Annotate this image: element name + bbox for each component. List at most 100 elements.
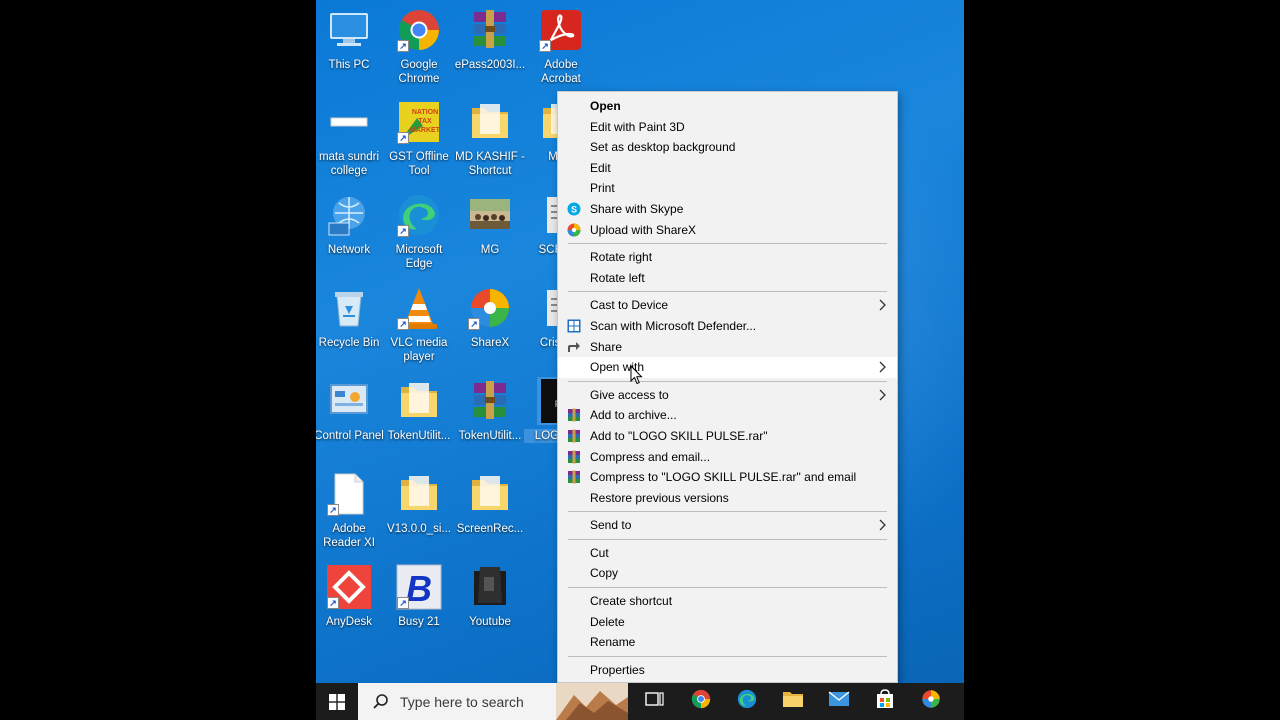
desktop-icon-label: MD KASHIF - Shortcut [455, 151, 525, 177]
desktop-icon-6[interactable]: MD KASHIF - Shortcut [455, 98, 525, 178]
desktop-icon-label: Busy 21 [398, 616, 440, 628]
menu-item-label: Rotate left [590, 270, 645, 285]
shortcut-arrow-icon: ↗ [397, 225, 409, 237]
menu-item-cut[interactable]: Cut [558, 543, 897, 564]
search-icon [373, 693, 388, 709]
menu-item-label: Copy [590, 566, 619, 581]
menu-item-compress-and-email[interactable]: Compress and email... [558, 447, 897, 468]
taskbar-app-sharex[interactable] [908, 683, 954, 720]
sharex-icon: ↗ [466, 284, 514, 332]
taskbar-app-mail[interactable] [816, 683, 862, 720]
photo-icon [466, 191, 514, 239]
menu-item-create-shortcut[interactable]: Create shortcut [558, 591, 897, 612]
start-button[interactable] [316, 683, 358, 720]
desktop-icon-label: Microsoft Edge [395, 244, 443, 270]
desktop-icon-9[interactable]: ↗ Microsoft Edge [384, 191, 454, 271]
sharex-icon [567, 223, 581, 237]
menu-item-scan-with-microsoft-defender[interactable]: Scan with Microsoft Defender... [558, 316, 897, 337]
desktop-icon-20[interactable]: ↗ Adobe Reader XI [316, 470, 384, 550]
desktop-icon-12[interactable]: Recycle Bin [316, 284, 384, 350]
desktop-icon-label: Youtube [469, 616, 511, 628]
anydesk-icon: ↗ [325, 563, 373, 611]
menu-separator [568, 291, 887, 293]
desktop-icon-14[interactable]: ↗ ShareX [455, 284, 525, 350]
desktop-icon-25[interactable]: Youtube [455, 563, 525, 629]
desktop-icon-17[interactable]: TokenUtilit... [384, 377, 454, 443]
taskbar-app-file-explorer[interactable] [770, 683, 816, 720]
taskbar-app-edge[interactable] [724, 683, 770, 720]
taskbar-app-task-view[interactable] [632, 683, 678, 720]
network-icon [325, 191, 373, 239]
desktop-icon-22[interactable]: ScreenRec... [455, 470, 525, 536]
menu-separator [568, 587, 887, 589]
desktop-icon-0[interactable]: This PC [316, 6, 384, 72]
desktop-icon-2[interactable]: ePass2003I... [455, 6, 525, 72]
menu-item-label: Cut [590, 545, 609, 560]
menu-item-compress-to-logo-skill-pulse-rar-and-email[interactable]: Compress to "LOGO SKILL PULSE.rar" and e… [558, 467, 897, 488]
desktop-icon-5[interactable]: NATION TAX MARKET ↗ GST Offline Tool [384, 98, 454, 178]
menu-item-open[interactable]: Open [558, 96, 897, 117]
menu-item-label: Upload with ShareX [590, 222, 697, 237]
menu-item-set-as-desktop-background[interactable]: Set as desktop background [558, 137, 897, 158]
menu-item-edit-with-paint-3d[interactable]: Edit with Paint 3D [558, 117, 897, 138]
menu-item-restore-previous-versions[interactable]: Restore previous versions [558, 488, 897, 509]
menu-item-label: Share [590, 339, 623, 354]
menu-item-label: Give access to [590, 387, 669, 402]
menu-item-rotate-right[interactable]: Rotate right [558, 247, 897, 268]
menu-item-copy[interactable]: Copy [558, 563, 897, 584]
desktop-icon-label: TokenUtilit... [458, 430, 522, 442]
edge-icon: ↗ [395, 191, 443, 239]
chrome-icon: ↗ [395, 6, 443, 54]
taskbar-app-store[interactable] [862, 683, 908, 720]
menu-item-print[interactable]: Print [558, 178, 897, 199]
menu-item-open-with[interactable]: Open with [558, 357, 897, 378]
desktop-icon-18[interactable]: TokenUtilit... [455, 377, 525, 443]
taskbar-apps [632, 683, 954, 720]
desktop-icon-label: ShareX [470, 337, 510, 349]
menu-item-share-with-skype[interactable]: S Share with Skype [558, 199, 897, 220]
desktop-icon-24[interactable]: B ↗ Busy 21 [384, 563, 454, 629]
desktop-icon-13[interactable]: ↗ VLC media player [384, 284, 454, 364]
menu-item-share[interactable]: Share [558, 337, 897, 358]
desktop-icon-8[interactable]: Network [316, 191, 384, 257]
store-icon [875, 689, 895, 714]
desktop-icon-label: ePass2003I... [454, 59, 526, 71]
task-view-icon [645, 690, 665, 713]
menu-item-upload-with-sharex[interactable]: Upload with ShareX [558, 220, 897, 241]
menu-item-delete[interactable]: Delete [558, 612, 897, 633]
shortcut-arrow-icon: ↗ [539, 40, 551, 52]
desktop-icon-label: mata sundri college [318, 151, 380, 177]
menu-item-properties[interactable]: Properties [558, 660, 897, 681]
menu-item-cast-to-device[interactable]: Cast to Device [558, 295, 897, 316]
winrar-icon [567, 450, 581, 464]
svg-text:S: S [571, 204, 577, 214]
menu-separator [568, 380, 887, 382]
desktop-icon-1[interactable]: ↗ Google Chrome [384, 6, 454, 86]
menu-item-rename[interactable]: Rename [558, 632, 897, 653]
menu-item-label: Restore previous versions [590, 490, 729, 505]
menu-item-label: Rename [590, 635, 636, 650]
desktop-icon-3[interactable]: ↗ Adobe Acrobat [526, 6, 596, 86]
taskbar-search[interactable] [358, 683, 628, 720]
menu-item-give-access-to[interactable]: Give access to [558, 385, 897, 406]
busy-icon: B ↗ [395, 563, 443, 611]
desktop-icon-23[interactable]: ↗ AnyDesk [316, 563, 384, 629]
taskbar-app-chrome[interactable] [678, 683, 724, 720]
menu-item-send-to[interactable]: Send to [558, 515, 897, 536]
menu-item-rotate-left[interactable]: Rotate left [558, 268, 897, 289]
menu-item-add-to-logo-skill-pulse-rar[interactable]: Add to "LOGO SKILL PULSE.rar" [558, 426, 897, 447]
menu-item-label: Create shortcut [590, 594, 673, 609]
share-icon [567, 340, 581, 354]
desktop-icon-21[interactable]: V13.0.0_si... [384, 470, 454, 536]
menu-item-label: Send to [590, 518, 632, 533]
shortcut-arrow-icon: ↗ [397, 40, 409, 52]
desktop-icon-16[interactable]: Control Panel [316, 377, 384, 443]
menu-item-label: Rotate right [590, 250, 653, 265]
desktop-icon-4[interactable]: mata sundri college [316, 98, 384, 178]
desktop-icon-10[interactable]: MG [455, 191, 525, 257]
menu-item-label: Scan with Microsoft Defender... [590, 318, 757, 333]
menu-item-edit[interactable]: Edit [558, 158, 897, 179]
menu-item-add-to-archive[interactable]: Add to archive... [558, 405, 897, 426]
winrar-icon [567, 408, 581, 422]
chevron-right-icon [879, 515, 887, 541]
